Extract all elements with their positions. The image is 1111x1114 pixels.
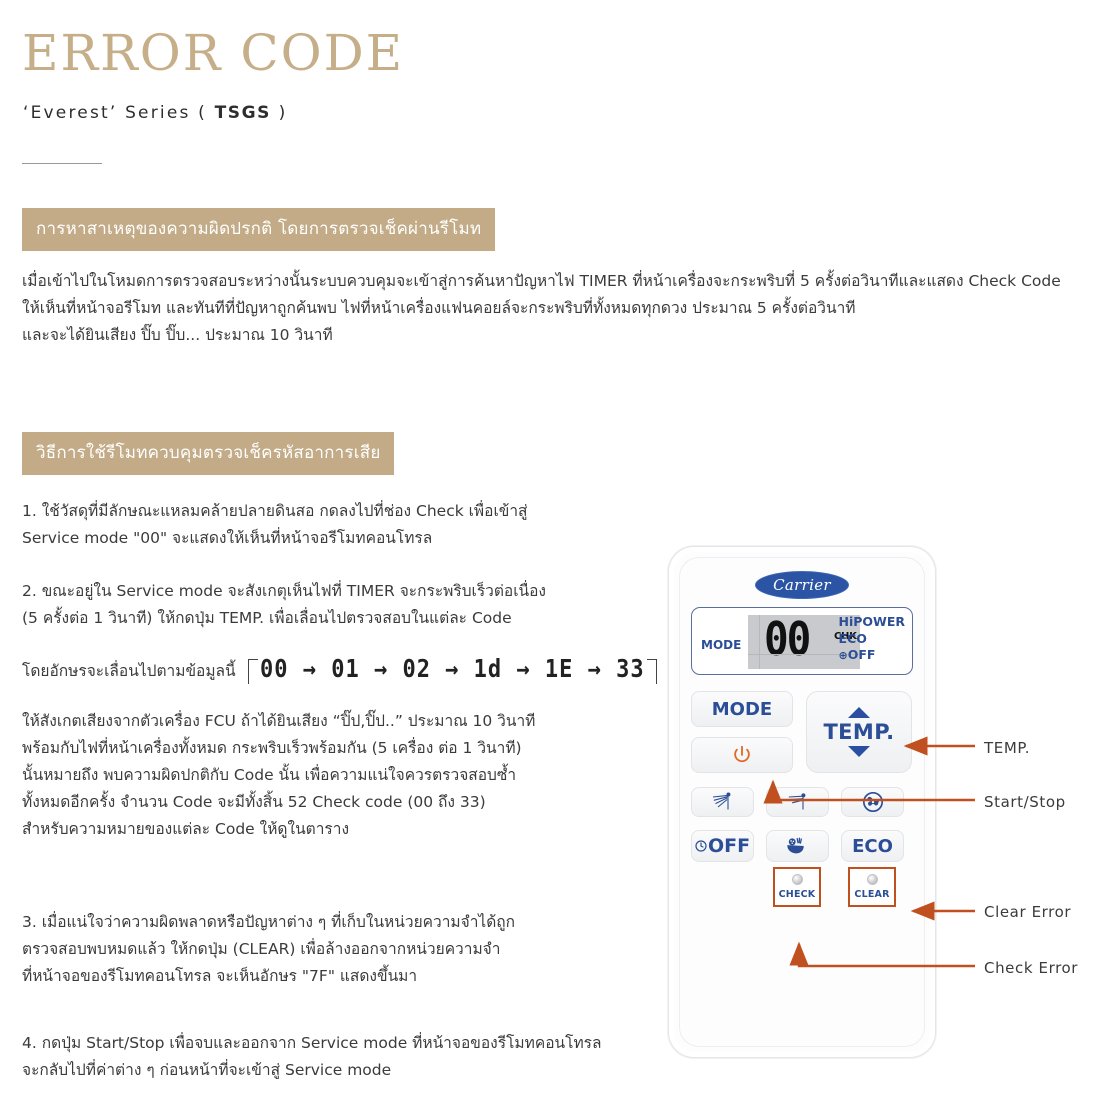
step-2-note-text: ให้สังเกตเสียงจากตัวเครื่อง FCU ถ้าได้ยิ… — [22, 712, 536, 838]
clear-pinhole-dot[interactable] — [866, 874, 878, 885]
clear-pinhole-button[interactable]: CLEAR — [848, 867, 896, 907]
temp-button[interactable]: TEMP. — [806, 691, 912, 773]
power-icon — [734, 745, 750, 763]
swing-horizontal-button[interactable] — [766, 787, 829, 817]
page-subtitle: ‘Everest’ Series ( TSGS ) — [23, 103, 287, 123]
air-purify-icon — [786, 837, 804, 854]
carrier-logo: Carrier — [755, 571, 849, 599]
code-sequence: 00 → 01 → 02 → 1d → 1E → 33 — [248, 655, 657, 684]
off-timer-button[interactable]: OFF — [691, 830, 754, 862]
carrier-logo-text: Carrier — [773, 576, 831, 594]
section-body-diagnostics: เมื่อเข้าไปในโหมดการตรวจสอบระหว่างนั้นระ… — [22, 272, 1061, 344]
sequence-codes: 00 → 01 → 02 → 1d → 1E → 33 — [260, 655, 645, 684]
step-2-text: 2. ขณะอยู่ใน Service mode จะสังเกตุเห็นไ… — [22, 582, 547, 627]
subtitle-prefix: ‘Everest’ Series ( — [23, 103, 215, 123]
mode-button-label: MODE — [711, 698, 773, 720]
air-purify-button[interactable] — [766, 830, 829, 862]
check-pinhole-label: CHECK — [778, 889, 816, 900]
power-button[interactable] — [691, 737, 793, 773]
remote-body: Carrier MODE 00 CHK HiPOWER ECO ⊕OFF MOD… — [668, 546, 936, 1058]
sequence-bracket-right — [646, 659, 657, 684]
clock-icon — [695, 840, 707, 852]
off-timer-label: OFF — [707, 835, 751, 857]
clock-icon: ⊕ — [838, 649, 848, 662]
annotation-label-clear-error: Clear Error — [984, 903, 1072, 921]
lcd-status-flags: HiPOWER ECO ⊕OFF — [839, 614, 906, 665]
section-heading-procedure: วิธีการใช้รีโมทควบคุมตรวจเช็ครหัสอาการเส… — [22, 432, 395, 475]
caret-down-icon[interactable] — [848, 746, 870, 757]
swing-vertical-button[interactable] — [691, 787, 754, 817]
caret-up-icon[interactable] — [848, 707, 870, 718]
lcd-digits: 00 — [764, 612, 811, 667]
fan-icon — [862, 792, 883, 812]
subtitle-model: TSGS — [214, 103, 272, 123]
lcd-mode-label: MODE — [701, 638, 742, 652]
eco-button-label: ECO — [852, 835, 893, 857]
sequence-bracket-left — [248, 659, 258, 684]
lcd-display: MODE 00 CHK HiPOWER ECO ⊕OFF — [691, 607, 913, 675]
temp-button-label: TEMP. — [823, 720, 895, 744]
step-1-text: 1. ใช้วัสดุที่มีลักษณะแหลมคล้ายปลายดินสอ… — [22, 502, 528, 547]
check-pinhole-button[interactable]: CHECK — [773, 867, 821, 907]
step-3-text: 3. เมื่อแน่ใจว่าความผิดพลาดหรือปัญหาต่าง… — [22, 913, 516, 985]
subtitle-suffix: ) — [271, 103, 288, 123]
lcd-flag-off: OFF — [847, 647, 876, 662]
remote-control-figure: Carrier MODE 00 CHK HiPOWER ECO ⊕OFF MOD… — [668, 546, 936, 1058]
lcd-flag-off-row: ⊕OFF — [839, 647, 906, 665]
section-heading-diagnostics: การหาสาเหตุของความผิดปรกติ โดยการตรวจเช็… — [22, 208, 496, 251]
check-pinhole-dot[interactable] — [791, 874, 803, 885]
lcd-flag-eco: ECO — [838, 630, 867, 646]
fan-button[interactable] — [841, 787, 904, 817]
title-divider — [22, 163, 102, 164]
airflow-up-icon — [712, 792, 730, 810]
annotation-label-temp: TEMP. — [984, 739, 1031, 757]
airflow-down-icon — [788, 793, 805, 810]
eco-button[interactable]: ECO — [841, 830, 904, 862]
sequence-label: โดยอักษรจะเลื่อนไปตามข้อมูลนี้ — [22, 662, 236, 680]
annotation-label-start-stop: Start/Stop — [984, 793, 1066, 811]
step-4-text: 4. กดปุ่ม Start/Stop เพื่อจบและออกจาก Se… — [22, 1034, 602, 1079]
lcd-flag-hipower: HiPOWER — [838, 614, 906, 629]
page-title: ERROR CODE — [22, 24, 405, 82]
mode-button[interactable]: MODE — [691, 691, 793, 727]
annotation-label-check-error: Check Error — [984, 959, 1079, 977]
clear-pinhole-label: CLEAR — [854, 889, 890, 900]
